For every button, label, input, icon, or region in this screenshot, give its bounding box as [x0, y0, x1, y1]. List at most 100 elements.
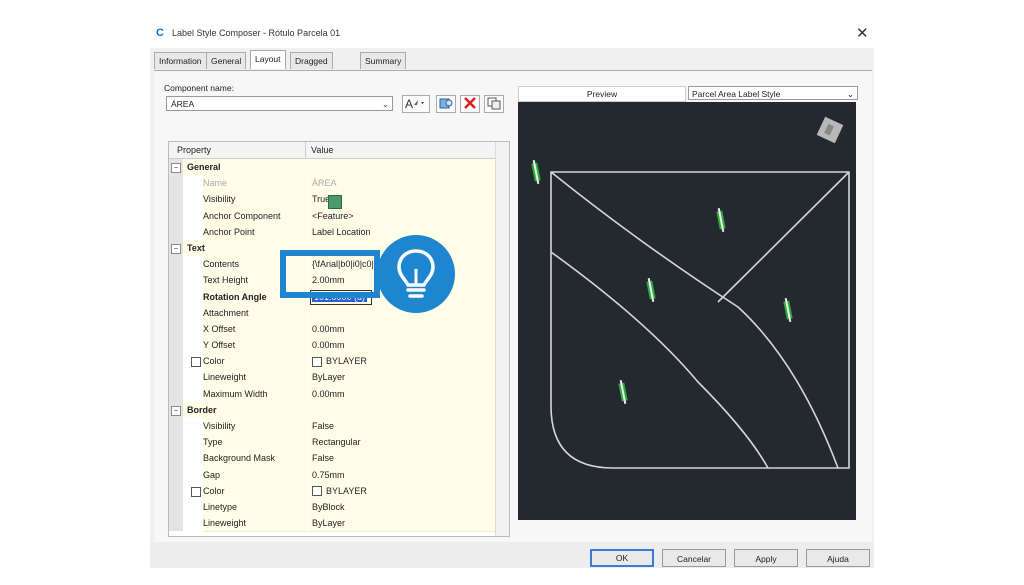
draw-order-icon	[487, 97, 501, 110]
window-title: Label Style Composer - Rótulo Parcela 01	[172, 28, 341, 38]
cancel-button[interactable]: Cancelar	[662, 549, 726, 567]
property-name: Maximum Width	[203, 388, 268, 399]
create-text-component-button[interactable]: A	[402, 95, 430, 113]
property-name: Type	[203, 437, 223, 448]
property-name: Gap	[203, 469, 221, 480]
property-name-cell: Linetype	[203, 498, 307, 517]
collapse-toggle-icon[interactable]: −	[171, 243, 181, 254]
parcel-label-marker	[646, 278, 656, 302]
property-value-cell[interactable]: <Feature>	[308, 207, 495, 225]
property-row[interactable]: Color BYLAYER	[169, 482, 495, 500]
tab-summary[interactable]: Summary	[360, 52, 407, 69]
property-value-cell[interactable]: 0.00mm	[308, 385, 495, 403]
property-row[interactable]: Anchor Component <Feature>	[169, 207, 495, 225]
property-name-cell: Y Offset	[203, 337, 307, 355]
preview-style-select[interactable]: Parcel Area Label Style ⌄	[688, 86, 858, 100]
tab-layout[interactable]: Layout	[250, 50, 286, 69]
property-name: Y Offset	[203, 340, 236, 351]
title-bar: C Label Style Composer - Rótulo Parcela …	[150, 20, 874, 48]
property-row[interactable]: Type Rectangular	[169, 434, 495, 452]
property-name: Visibility	[203, 421, 236, 431]
property-row[interactable]: Name ÁREA	[169, 175, 495, 193]
preview-style-value: Parcel Area Label Style	[692, 89, 781, 99]
checkbox[interactable]	[191, 357, 201, 368]
row-gutter	[169, 498, 183, 516]
component-name-select[interactable]: ÁREA ⌄	[166, 96, 393, 111]
property-name-cell: Anchor Point	[203, 223, 307, 241]
collapse-toggle-icon[interactable]: −	[171, 163, 181, 173]
property-value-cell[interactable]: 0.00mm	[308, 320, 495, 339]
vertical-scrollbar[interactable]	[495, 142, 509, 536]
property-row[interactable]: Gap 0.75mm	[169, 466, 495, 484]
category-name: Text	[187, 242, 205, 253]
property-row[interactable]: Background Mask False	[169, 450, 495, 468]
component-name-label: Component name:	[164, 83, 234, 93]
property-value-cell[interactable]: 0.75mm	[308, 466, 495, 484]
category-row[interactable]: − Border	[169, 401, 495, 418]
property-row[interactable]: Linetype ByBlock	[169, 498, 495, 517]
category-row[interactable]: − General	[169, 159, 495, 176]
parcel-label-marker	[618, 380, 628, 404]
property-value-cell[interactable]: Rectangular	[308, 434, 495, 452]
apply-button[interactable]: Apply	[734, 549, 798, 567]
color-swatch	[312, 356, 322, 367]
tab-information[interactable]: Information	[154, 52, 207, 69]
chevron-down-icon: ⌄	[381, 99, 389, 109]
collapse-toggle-icon[interactable]: −	[171, 405, 181, 416]
delete-component-button[interactable]	[460, 95, 480, 113]
lightbulb-icon	[397, 249, 435, 298]
category-name: General	[187, 162, 221, 172]
property-value-cell[interactable]: BYLAYER	[308, 482, 495, 500]
property-row[interactable]: Color BYLAYER	[169, 353, 495, 371]
tab-general[interactable]: General	[206, 52, 247, 69]
checkbox[interactable]	[191, 486, 201, 497]
close-icon[interactable]: ✕	[856, 24, 869, 42]
row-gutter	[169, 288, 183, 305]
property-value: False	[312, 453, 335, 464]
property-name-cell: Visibility	[203, 191, 307, 209]
property-value-cell[interactable]: ÁREA	[308, 175, 495, 193]
property-row[interactable]: Lineweight ByLayer	[169, 369, 495, 387]
property-name: Background Mask	[203, 453, 276, 464]
row-gutter	[169, 304, 183, 321]
property-value: 0.00mm	[312, 323, 345, 334]
property-row[interactable]: X Offset 0.00mm	[169, 320, 495, 339]
property-name: X Offset	[203, 323, 236, 334]
component-draw-order-button[interactable]	[484, 95, 504, 113]
property-value-cell[interactable]: ByLayer	[308, 369, 495, 387]
property-name-cell: Name	[203, 175, 307, 193]
parcel-label-marker	[783, 298, 793, 322]
property-name-cell: Color	[203, 353, 307, 371]
row-gutter	[169, 320, 183, 338]
property-row[interactable]: Y Offset 0.00mm	[169, 337, 495, 355]
copy-component-button[interactable]	[436, 95, 456, 113]
property-value: Label Location	[312, 226, 371, 237]
tab-dragged-state[interactable]: Dragged State	[290, 52, 333, 82]
help-button[interactable]: Ajuda	[806, 549, 870, 567]
pick-in-drawing-icon[interactable]	[328, 195, 342, 209]
view-cube-icon	[816, 116, 844, 144]
property-row[interactable]: Lineweight ByLayer	[169, 515, 495, 533]
ok-button[interactable]: OK	[590, 549, 654, 567]
property-row[interactable]: Maximum Width 0.00mm	[169, 385, 495, 403]
property-value-cell[interactable]: False	[308, 450, 495, 468]
parcel-preview-drawing	[531, 116, 850, 469]
property-value-cell[interactable]: BYLAYER	[308, 353, 495, 371]
row-gutter	[169, 272, 183, 289]
value-column-header: Value	[311, 145, 334, 155]
row-gutter	[169, 353, 183, 370]
property-value-cell[interactable]: 0.00mm	[308, 337, 495, 355]
property-row[interactable]: Visibility False	[169, 418, 495, 436]
property-value-cell[interactable]: ByBlock	[308, 498, 495, 517]
copy-component-icon	[439, 98, 453, 109]
grid-rows: − General Name ÁREA Visibility True Anchor Com…	[169, 159, 495, 533]
color-swatch	[312, 486, 322, 497]
preview-canvas[interactable]	[518, 102, 856, 520]
property-name-cell: X Offset	[203, 320, 307, 339]
component-name-value: ÁREA	[171, 99, 195, 109]
column-divider[interactable]	[305, 142, 306, 158]
row-gutter	[169, 515, 183, 532]
property-value-cell[interactable]: False	[308, 418, 495, 436]
property-value-cell[interactable]: ByLayer	[308, 515, 495, 533]
property-value: BYLAYER	[312, 353, 367, 369]
